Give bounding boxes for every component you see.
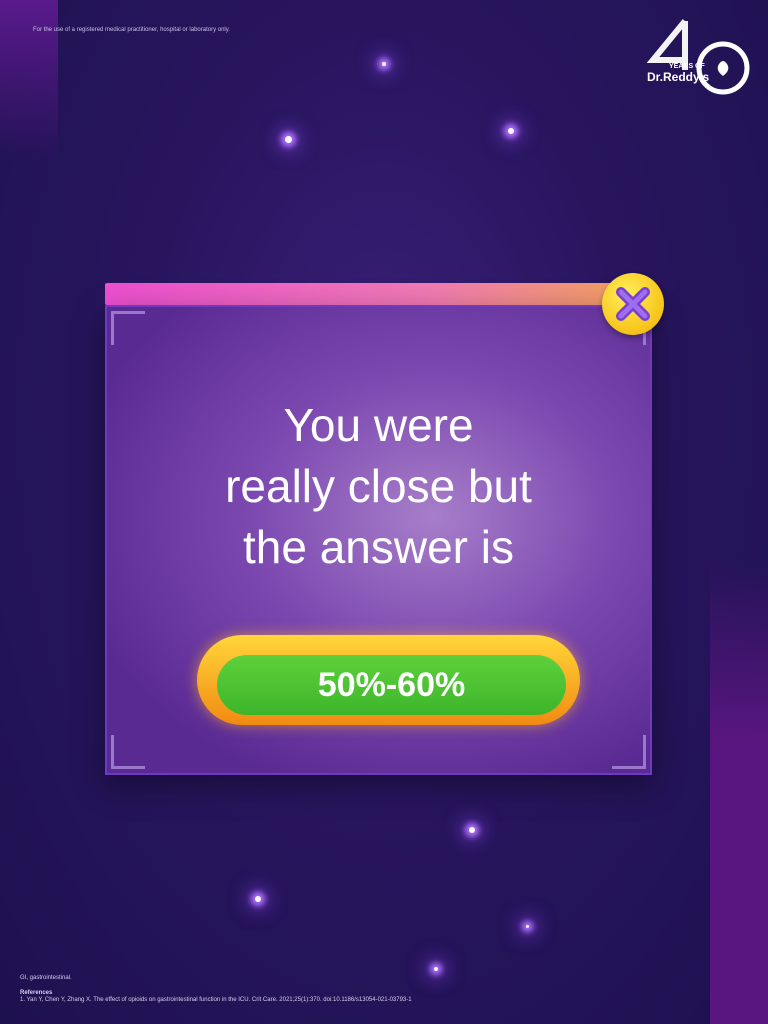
svg-text:Dr.Reddy's: Dr.Reddy's [647,70,710,84]
close-button[interactable] [602,273,664,335]
message-line: really close but [225,460,532,512]
corner-decor [111,735,145,769]
answer-value: 50%-60% [217,655,566,715]
dialog-panel: You were really close but the answer is … [105,305,652,775]
result-dialog: You were really close but the answer is … [105,273,664,775]
dialog-title-bar [105,283,635,305]
answer-badge: 50%-60% [197,635,580,725]
close-x-icon [616,287,650,321]
sparkle [469,827,475,833]
sparkle [382,62,386,66]
decor-stripe-right [710,560,768,1024]
dr-reddys-40-years-logo: YEARS OF Dr.Reddy's [646,19,750,95]
disclaimer: For the use of a registered medical prac… [33,27,230,33]
svg-text:YEARS OF: YEARS OF [669,63,706,70]
sparkle [255,896,261,902]
corner-decor [612,735,646,769]
references-heading: References [20,990,53,996]
sparkle [526,925,529,928]
message-line: You were [283,399,474,451]
result-message: You were really close but the answer is [107,395,650,578]
corner-decor [111,311,145,345]
sparkle [508,128,514,134]
reference-item: 1. Yan Y, Chen Y, Zhang X. The effect of… [20,997,412,1003]
abbreviation-note: GI, gastrointestinal. [20,975,72,981]
sparkle [285,136,292,143]
decor-stripe-left [0,0,58,160]
sparkle [434,967,438,971]
message-line: the answer is [242,521,514,573]
